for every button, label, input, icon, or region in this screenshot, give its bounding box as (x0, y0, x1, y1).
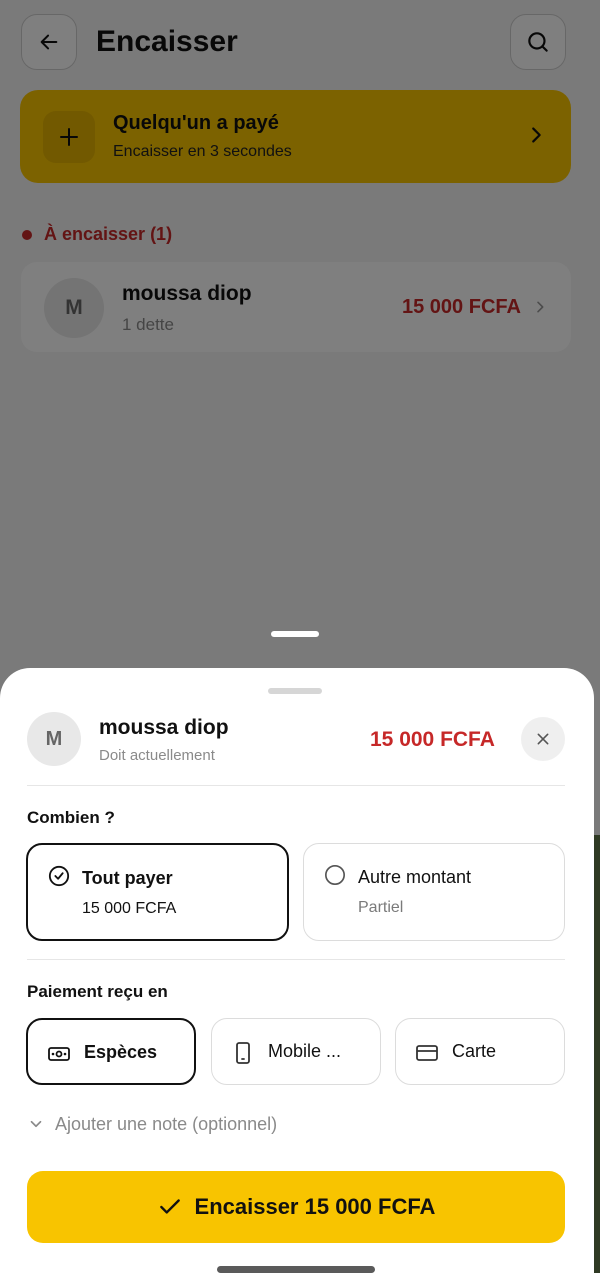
option-subtitle: 15 000 FCFA (82, 900, 177, 917)
option-title: Autre montant (358, 867, 472, 887)
payment-cash-button[interactable]: Espèces (26, 1018, 196, 1085)
phone-icon (236, 1042, 250, 1064)
home-indicator (217, 1266, 375, 1273)
owed-amount: 15 000 FCFA (370, 728, 495, 751)
collect-payment-button[interactable]: Encaisser 15 000 FCFA (27, 1171, 565, 1243)
credit-card-icon (416, 1045, 438, 1061)
option-full-payment[interactable]: Tout payer 15 000 FCFA (26, 843, 289, 941)
option-other-amount[interactable]: Autre montant Partiel (303, 843, 565, 941)
chevron-down-icon (30, 1120, 42, 1128)
option-subtitle: Partiel (358, 899, 404, 916)
payment-card-button[interactable]: Carte (395, 1018, 565, 1085)
check-icon (159, 1199, 180, 1214)
payment-mobile-button[interactable]: Mobile ... (211, 1018, 381, 1085)
payment-label: Carte (452, 1041, 497, 1061)
payment-label: Espèces (84, 1042, 158, 1062)
avatar: M (27, 712, 81, 766)
check-circle-icon (48, 865, 70, 887)
add-note-toggle[interactable]: Ajouter une note (optionnel) (27, 1112, 277, 1136)
customer-name: moussa diop (99, 716, 229, 739)
close-button[interactable] (521, 717, 565, 761)
collect-payment-sheet: M moussa diop Doit actuellement 15 000 F… (0, 668, 594, 1273)
payment-label: Mobile ... (268, 1041, 342, 1061)
close-icon (537, 733, 549, 745)
radio-empty-icon (325, 865, 345, 885)
payment-method-label: Paiement reçu en (27, 982, 168, 1001)
sheet-drag-indicator (271, 631, 319, 637)
customer-status: Doit actuellement (99, 747, 215, 764)
background-edge (594, 835, 600, 1273)
divider (27, 785, 565, 786)
cash-icon (48, 1047, 70, 1061)
collect-payment-label: Encaisser 15 000 FCFA (194, 1194, 436, 1219)
amount-question-label: Combien ? (27, 808, 115, 827)
option-title: Tout payer (82, 868, 173, 888)
sheet-drag-handle[interactable] (268, 688, 322, 694)
divider (27, 959, 565, 960)
add-note-label: Ajouter une note (optionnel) (55, 1113, 278, 1134)
